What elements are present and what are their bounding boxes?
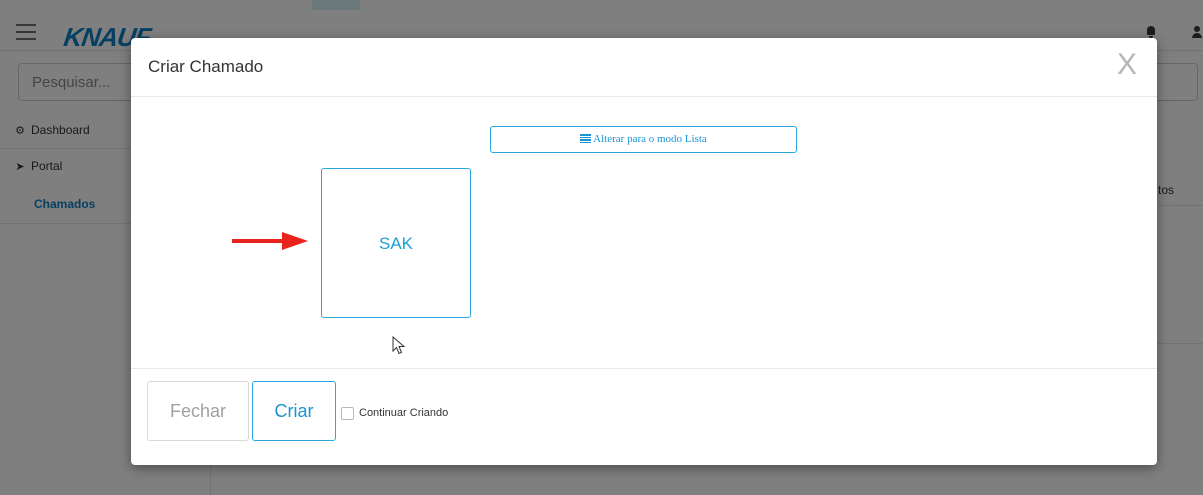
switch-to-list-mode-label: Alterar para o modo Lista — [593, 133, 707, 145]
close-icon[interactable]: X — [1117, 50, 1137, 80]
service-card-label: SAK — [378, 234, 414, 253]
continue-creating-checkbox[interactable] — [341, 407, 354, 420]
continue-creating-label[interactable]: Continuar Criando — [359, 407, 448, 419]
modal-footer: Fechar Criar Continuar Criando — [131, 368, 1157, 466]
service-card-sak[interactable]: SAK — [321, 168, 471, 318]
create-button[interactable]: Criar — [252, 381, 336, 441]
mouse-pointer-icon — [392, 336, 406, 355]
modal-title: Criar Chamado — [148, 57, 264, 76]
modal-header: Criar Chamado X — [131, 38, 1157, 97]
close-button[interactable]: Fechar — [147, 381, 249, 441]
switch-to-list-mode-button[interactable]: Alterar para o modo Lista — [490, 126, 797, 153]
red-arrow-annotation — [232, 232, 308, 250]
list-icon — [580, 134, 592, 143]
create-ticket-modal: Criar Chamado X Alterar para o modo List… — [131, 38, 1157, 465]
